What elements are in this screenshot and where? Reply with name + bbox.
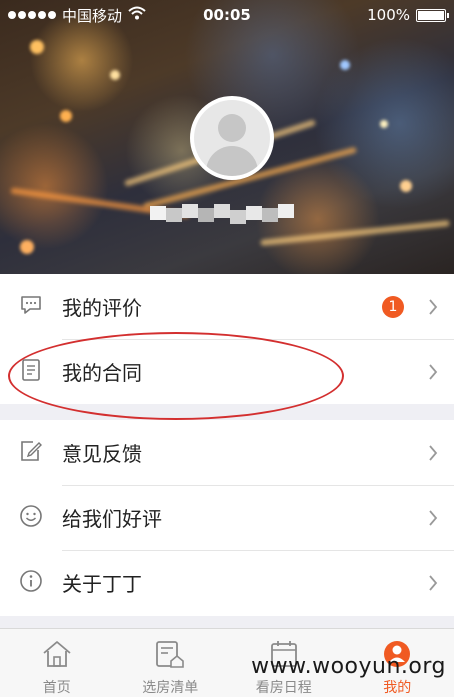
chevron-right-icon [418,509,448,527]
battery-percent: 100% [367,6,410,24]
avatar[interactable] [190,96,274,180]
watermark: www.wooyun.org [251,654,446,679]
menu-item-rate-us[interactable]: 给我们好评 [0,485,454,550]
menu-item-about[interactable]: 关于丁丁 [0,550,454,615]
chevron-right-icon [418,363,448,381]
notification-badge: 1 [382,295,404,318]
tab-home[interactable]: 首页 [0,629,114,697]
chevron-right-icon [418,298,448,316]
menu-item-label: 意见反馈 [62,442,142,466]
tab-label: 我的 [383,680,412,696]
menu-item-label: 给我们好评 [62,507,162,531]
battery-icon [416,8,449,22]
document-icon [21,358,41,386]
info-icon [19,569,43,597]
house-list-icon [154,639,186,673]
tab-label: 首页 [42,680,71,696]
tab-label: 选房清单 [142,680,199,696]
home-icon [41,639,73,673]
smile-icon [19,504,43,532]
menu-item-feedback[interactable]: 意见反馈 [0,420,454,485]
menu-item-my-reviews[interactable]: 我的评价 1 [0,274,454,339]
menu-section-1: 我的评价 1 我的合同 [0,274,454,404]
chevron-right-icon [418,444,448,462]
tab-house-list[interactable]: 选房清单 [114,629,228,697]
tab-label: 看房日程 [255,680,312,696]
comment-icon [19,294,43,320]
edit-icon [19,439,43,467]
status-bar: 中国移动 00:05 100% [0,0,454,32]
menu-item-label: 我的合同 [62,361,142,385]
chevron-right-icon [418,574,448,592]
menu-item-my-contracts[interactable]: 我的合同 [0,339,454,404]
menu-item-label: 关于丁丁 [62,572,142,596]
username-masked [150,198,310,226]
default-user-icon [194,100,270,176]
menu-section-2: 意见反馈 给我们好评 关于丁丁 [0,420,454,616]
menu-item-label: 我的评价 [62,296,142,320]
